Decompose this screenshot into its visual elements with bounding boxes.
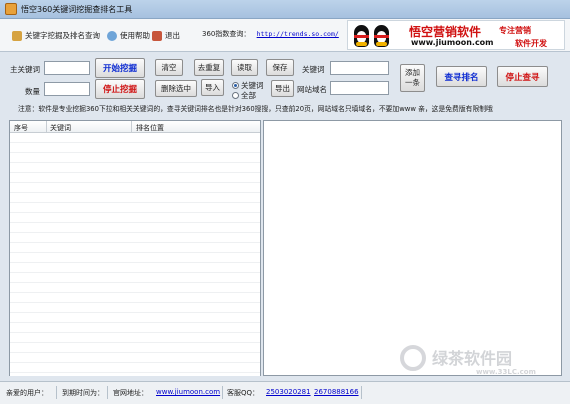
column-divider[interactable] (131, 121, 132, 133)
menu-exit-label: 退出 (165, 31, 180, 40)
keyword-table[interactable]: 序号 关键词 排名位置 (9, 120, 261, 376)
menu-keyword-mining[interactable]: 关键字挖掘及排名查询 (12, 29, 100, 42)
table-header: 序号 关键词 排名位置 (10, 121, 260, 133)
menu-help-label: 使用帮助 (120, 31, 150, 40)
trends-link[interactable]: http://trends.so.com/ (257, 30, 339, 38)
keyword-icon (12, 30, 22, 41)
add-one-label-2: 一条 (405, 78, 420, 87)
watermark: 绿茶软件园 www.33LC.com (400, 345, 570, 385)
import-button[interactable]: 导入 (201, 79, 224, 96)
result-pane[interactable] (263, 120, 562, 376)
status-divider (56, 386, 57, 399)
col-rank-header[interactable]: 排名位置 (136, 123, 164, 133)
status-qq-1[interactable]: 2503020281 (266, 388, 311, 396)
status-qq-2[interactable]: 2670888166 (314, 388, 359, 396)
read-button[interactable]: 读取 (231, 59, 258, 76)
status-site-link[interactable]: www.jiumoon.com (156, 388, 220, 396)
status-user-label: 亲爱的用户： (6, 389, 48, 397)
title-bar: 悟空360关键词挖掘查排名工具 (0, 0, 570, 19)
keyword-label: 关键词 (302, 65, 325, 74)
radio-dot (232, 92, 239, 99)
radio-dot (232, 82, 239, 89)
trends-label: 360指数查询： (202, 30, 251, 38)
site-domain-input[interactable] (330, 81, 389, 95)
app-icon (5, 3, 17, 15)
watermark-logo-icon (400, 345, 426, 371)
status-expire-label: 到期时间为： (62, 389, 104, 397)
status-divider (222, 386, 223, 399)
radio-all-label: 全部 (241, 91, 256, 100)
watermark-text: 绿茶软件园 (432, 349, 513, 368)
col-keyword-header[interactable]: 关键词 (50, 123, 71, 133)
status-qq-label: 客服QQ： (227, 389, 260, 397)
dedupe-button[interactable]: 去重复 (194, 59, 224, 76)
table-rows[interactable] (10, 133, 260, 376)
menu-keyword-mining-label: 关键字挖掘及排名查询 (25, 31, 100, 40)
status-divider (107, 386, 108, 399)
banner-slogan-2: 软件开发 (515, 39, 547, 48)
export-button[interactable]: 导出 (271, 80, 294, 97)
banner-slogan-1: 专注营销 (499, 26, 531, 35)
main-keyword-label: 主关键词 (10, 65, 40, 74)
query-rank-button[interactable]: 查寻排名 (436, 66, 487, 87)
save-button[interactable]: 保存 (266, 59, 294, 76)
clear-button[interactable]: 清空 (155, 59, 183, 76)
menu-help[interactable]: 使用帮助 (107, 29, 150, 42)
stop-query-button[interactable]: 停止查寻 (497, 66, 548, 87)
main-keyword-input[interactable] (44, 61, 90, 75)
keyword-input[interactable] (330, 61, 389, 75)
scarf-decoration (354, 35, 369, 38)
delete-selected-button[interactable]: 删除选中 (155, 80, 197, 97)
watermark-url: www.33LC.com (476, 368, 536, 376)
window-title: 悟空360关键词挖掘查排名工具 (21, 5, 133, 14)
column-divider[interactable] (46, 121, 47, 133)
scarf-decoration (374, 35, 389, 38)
add-one-label-1: 添加 (405, 68, 420, 77)
add-one-button[interactable]: 添加 一条 (400, 64, 425, 92)
status-site-label: 官网地址： (113, 389, 148, 397)
site-domain-label: 网站域名 (297, 85, 327, 94)
trends-query: 360指数查询： http://trends.so.com/ (202, 29, 339, 39)
radio-all[interactable]: 全部 (232, 90, 256, 101)
notice-text: 注意：软件是专业挖掘360下拉和相关关键词的，查寻关键词排名也是针对360搜搜，… (18, 105, 493, 113)
stop-mining-button[interactable]: 停止挖掘 (95, 79, 145, 99)
status-divider (361, 386, 362, 399)
count-input[interactable] (44, 82, 90, 96)
brand-banner[interactable]: 悟空营销软件 www.jiumoon.com 专注营销 软件开发 (347, 20, 565, 50)
menu-exit[interactable]: 退出 (152, 29, 180, 42)
exit-icon (152, 30, 162, 41)
count-label: 数量 (25, 87, 40, 96)
col-index-header[interactable]: 序号 (14, 123, 28, 133)
start-mining-button[interactable]: 开始挖掘 (95, 58, 145, 78)
help-icon (107, 30, 117, 41)
banner-url: www.jiumoon.com (411, 38, 494, 47)
